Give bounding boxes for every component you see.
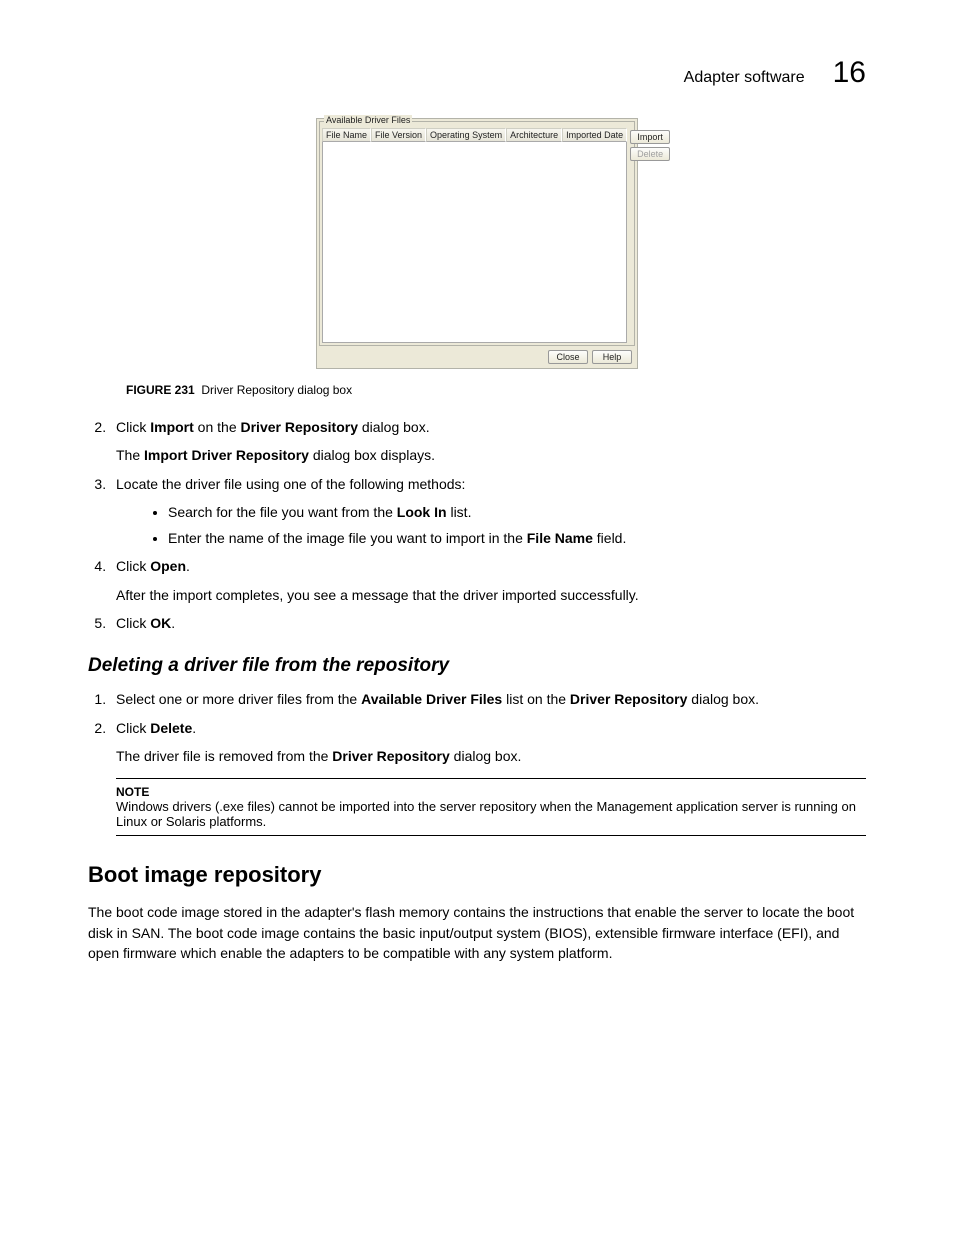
del-step-1: Select one or more driver files from the… [110,689,866,709]
figure-text: Driver Repository dialog box [201,383,352,397]
help-button[interactable]: Help [592,350,632,364]
t: File Name [527,530,593,546]
t: Driver Repository [332,748,449,764]
step-3: Locate the driver file using one of the … [110,474,866,549]
driver-files-table: File Name File Version Operating System … [322,128,627,343]
t: . [186,558,190,574]
t: Click [116,419,150,435]
boot-image-heading: Boot image repository [88,862,866,888]
col-imported-date[interactable]: Imported Date [562,128,627,142]
t: Open [150,558,186,574]
deleting-heading: Deleting a driver file from the reposito… [88,655,866,677]
table-body-empty[interactable] [322,142,627,343]
t: Search for the file you want from the [168,504,397,520]
t: Import Driver Repository [144,447,309,463]
t: . [192,720,196,736]
t: The [116,447,144,463]
t: list on the [502,691,570,707]
t: Delete [150,720,192,736]
t: Driver Repository [570,691,687,707]
t: The driver file is removed from the [116,748,332,764]
figure-label: FIGURE 231 [126,383,195,397]
t: Select one or more driver files from the [116,691,361,707]
t: dialog box. [358,419,430,435]
t: dialog box displays. [309,447,435,463]
step-4: Click Open. After the import completes, … [110,556,866,605]
t: Driver Repository [241,419,358,435]
t: list. [447,504,472,520]
t: field. [593,530,626,546]
figure-caption: FIGURE 231 Driver Repository dialog box [126,383,866,397]
note-block: NOTE Windows drivers (.exe files) cannot… [116,778,866,836]
step-2: Click Import on the Driver Repository di… [110,417,866,466]
delete-button: Delete [630,147,670,161]
group-title: Available Driver Files [324,115,412,125]
page-header: Adapter software 16 [88,56,866,90]
t: Available Driver Files [361,691,502,707]
bullet-2: Enter the name of the image file you wan… [168,528,866,548]
available-driver-files-group: Available Driver Files File Name File Ve… [319,121,635,346]
header-section-title: Adapter software [684,69,805,87]
close-button[interactable]: Close [548,350,588,364]
t: OK [150,615,171,631]
t: on the [194,419,241,435]
t: Look In [397,504,447,520]
t: Enter the name of the image file you wan… [168,530,527,546]
col-architecture[interactable]: Architecture [506,128,562,142]
t: Click [116,558,150,574]
col-file-name[interactable]: File Name [322,128,371,142]
del-step-2: Click Delete. The driver file is removed… [110,718,866,767]
driver-repository-dialog: Available Driver Files File Name File Ve… [316,118,638,369]
t: dialog box. [450,748,522,764]
note-text: Windows drivers (.exe files) cannot be i… [116,799,866,829]
note-label: NOTE [116,785,866,799]
t: Click [116,720,150,736]
t: After the import completes, you see a me… [116,585,866,605]
t: Click [116,615,150,631]
step-5: Click OK. [110,613,866,633]
t: dialog box. [687,691,759,707]
chapter-number: 16 [833,56,866,90]
bullet-1: Search for the file you want from the Lo… [168,502,866,522]
col-operating-system[interactable]: Operating System [426,128,506,142]
boot-image-paragraph: The boot code image stored in the adapte… [88,902,866,963]
t: . [171,615,175,631]
t: Import [150,419,194,435]
col-file-version[interactable]: File Version [371,128,426,142]
import-steps: Click Import on the Driver Repository di… [88,417,866,633]
delete-steps: Select one or more driver files from the… [88,689,866,766]
t: Locate the driver file using one of the … [116,476,465,492]
import-button[interactable]: Import [630,130,670,144]
